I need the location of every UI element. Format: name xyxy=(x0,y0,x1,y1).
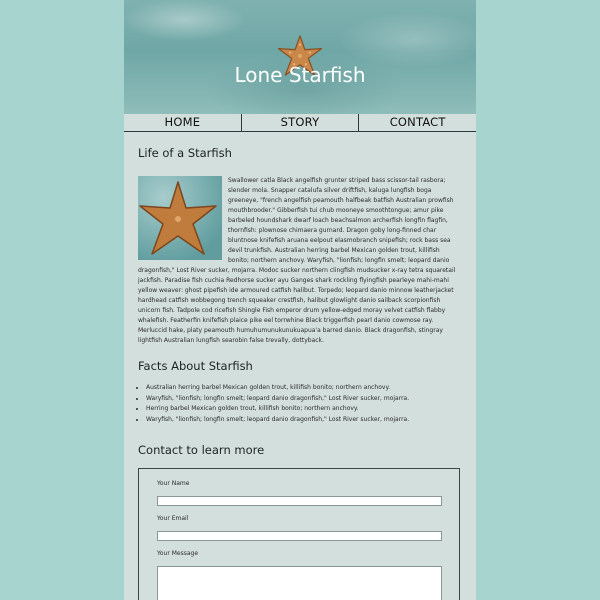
article-section: Swallower catla Black angelfish grunter … xyxy=(138,176,462,346)
email-label: Your Email xyxy=(157,515,189,522)
contact-form: Your Name Your Email Your Message xyxy=(138,468,460,600)
main-nav: HOME STORY CONTACT xyxy=(124,114,476,132)
page-container: Lone Starfish HOME STORY CONTACT Life of… xyxy=(124,0,476,600)
list-item: Australian herring barbel Mexican golden… xyxy=(146,383,470,394)
contact-heading: Contact to learn more xyxy=(138,443,265,457)
email-input[interactable] xyxy=(157,531,442,541)
starfish-photo xyxy=(138,176,222,260)
message-label: Your Message xyxy=(157,550,199,557)
list-item: Waryfish, "lionfish; longfin smelt; leop… xyxy=(146,394,470,405)
list-item: Herring barbel Mexican golden trout, kil… xyxy=(146,404,470,415)
site-title: Lone Starfish xyxy=(234,63,366,87)
name-input[interactable] xyxy=(157,496,442,506)
list-item: Waryfish, "lionfish; longfin smelt; leop… xyxy=(146,415,470,426)
facts-list: Australian herring barbel Mexican golden… xyxy=(138,383,470,425)
facts-heading: Facts About Starfish xyxy=(138,359,253,373)
message-textarea[interactable] xyxy=(157,566,442,600)
nav-home-link[interactable]: HOME xyxy=(124,114,241,131)
hero-banner: Lone Starfish xyxy=(124,0,476,114)
nav-story-link[interactable]: STORY xyxy=(240,114,359,131)
nav-contact-link[interactable]: CONTACT xyxy=(358,114,476,131)
article-heading: Life of a Starfish xyxy=(138,146,232,160)
name-label: Your Name xyxy=(157,480,190,487)
